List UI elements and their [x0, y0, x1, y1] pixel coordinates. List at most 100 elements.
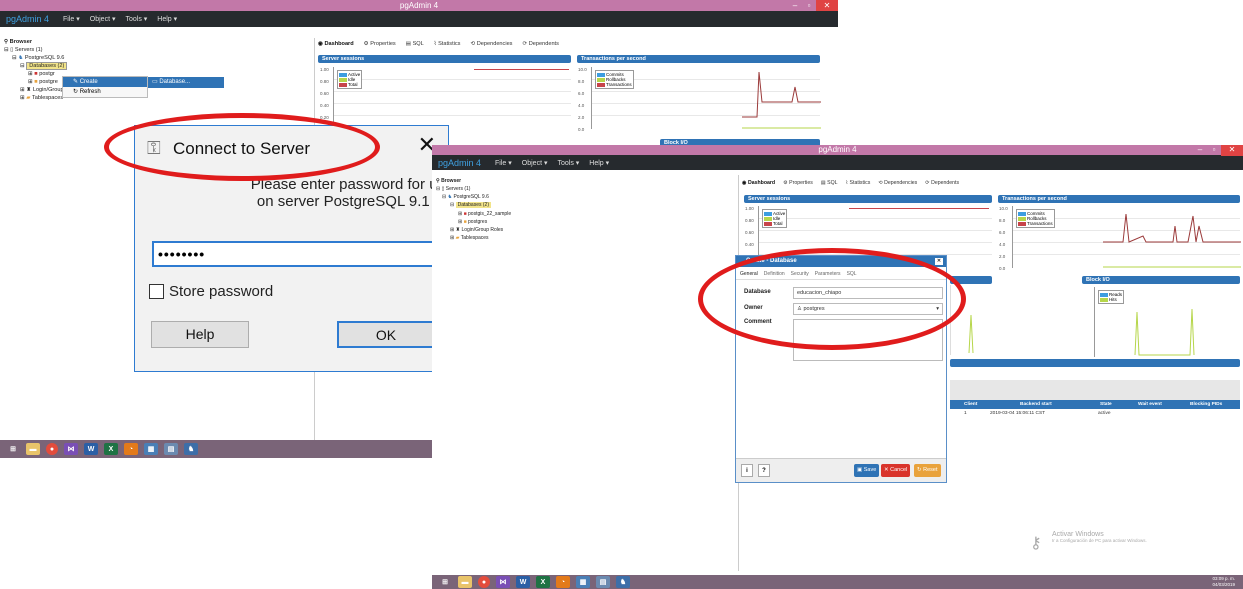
pgadmin-taskbar-icon[interactable]: ♞ — [616, 576, 630, 588]
table-row[interactable]: 1 2019-03-04 15:06:11 CST active — [950, 409, 1240, 418]
sessions-plot: Active Idle Total — [333, 67, 571, 129]
maximize-button[interactable]: ▫ — [1207, 145, 1221, 156]
checkbox-box[interactable] — [149, 284, 164, 299]
app-menu-bar: pgAdmin 4 File ▾ Object ▾ Tools ▾ Help ▾ — [0, 11, 838, 27]
tab-properties[interactable]: ⚙ Properties — [783, 180, 813, 186]
taskbar: ⊞ ▬ ● ⋈ W X ◔ ▦ ▤ ♞ 03:09 p. m. 04/03/20… — [432, 575, 1243, 589]
app-brand: pgAdmin 4 — [438, 157, 482, 168]
checkbox-label: Store password — [169, 283, 274, 300]
total-series-line — [849, 208, 989, 209]
tree-item-databases[interactable]: ⊟ Databases (2) — [4, 62, 79, 70]
tree-item-login-roles[interactable]: ⊞ ♜ Login/Group Roles — [436, 226, 511, 234]
tree-item-servers[interactable]: ⊟ ▯ Servers (1) — [436, 185, 511, 193]
annotation-ellipse — [104, 113, 380, 181]
menu-file[interactable]: File ▾ — [495, 159, 512, 167]
file-explorer-icon[interactable]: ▬ — [458, 576, 472, 588]
ok-button[interactable]: OK — [337, 321, 435, 348]
app-icon[interactable]: ▦ — [144, 443, 158, 455]
window-controls: – ▫ ✕ — [1193, 145, 1243, 156]
minimize-button[interactable]: – — [1193, 145, 1207, 156]
menu-item-refresh[interactable]: ↻ Refresh — [63, 87, 147, 97]
tab-sql[interactable]: ▤ SQL — [406, 41, 424, 47]
tab-dependencies[interactable]: ⟲ Dependencies — [470, 41, 512, 47]
elephant-icon: ♞ — [447, 194, 453, 200]
tab-dependents[interactable]: ⟳ Dependents — [925, 180, 959, 186]
windows-start-icon[interactable]: ⊞ — [438, 576, 452, 588]
visual-studio-icon[interactable]: ⋈ — [64, 443, 78, 455]
app-icon[interactable]: ▦ — [576, 576, 590, 588]
watermark-line-1: Activar Windows — [1052, 531, 1104, 538]
file-explorer-icon[interactable]: ▬ — [26, 443, 40, 455]
save-button[interactable]: ▣ Save — [854, 464, 880, 477]
window-title: pgAdmin 4 — [818, 145, 857, 154]
tab-dashboard[interactable]: ◉ Dashboard — [742, 180, 775, 186]
block-io-header: Block I/O — [1082, 276, 1240, 284]
tab-statistics[interactable]: ⌇ Statistics — [846, 180, 871, 186]
activity-table-header: Client Backend start State Wait event Bl… — [950, 400, 1240, 409]
menu-help[interactable]: Help ▾ — [589, 159, 609, 167]
tab-dependents[interactable]: ⟳ Dependents — [522, 41, 558, 47]
menu-tools[interactable]: Tools ▾ — [125, 15, 147, 23]
chrome-icon[interactable]: ● — [46, 443, 58, 455]
menu-help[interactable]: Help ▾ — [157, 15, 177, 23]
tree-item-server[interactable]: ⊟ ♞ PostgreSQL 9.6 — [4, 54, 79, 62]
tps-plot: Commits Rollbacks Transactions — [591, 67, 821, 129]
tree-item-servers[interactable]: ⊟ ▯ Servers (1) — [4, 46, 79, 54]
reset-button[interactable]: ↻ Reset — [914, 464, 941, 477]
help-button[interactable]: Help — [151, 321, 249, 348]
menu-item-create[interactable]: ✎ Create — [63, 77, 147, 87]
excel-icon[interactable]: X — [104, 443, 118, 455]
tree-item-db1[interactable]: ⊞ ■ postgis_22_sample — [436, 210, 511, 218]
folder-icon: ▰ — [26, 95, 31, 101]
menu-object[interactable]: Object ▾ — [90, 15, 116, 23]
visual-studio-icon[interactable]: ⋈ — [496, 576, 510, 588]
activate-windows-watermark: ⚷ Activar Windows Ir a Configuración de … — [1030, 531, 1147, 552]
app-icon[interactable]: ▤ — [596, 576, 610, 588]
browser-tree: ⚲ Browser ⊟ ▯ Servers (1) ⊟ ♞ PostgreSQL… — [436, 178, 511, 242]
tab-dependencies[interactable]: ⟲ Dependencies — [878, 180, 917, 186]
sessions-legend: Active Idle Total — [762, 209, 788, 228]
close-button[interactable]: ✕ — [816, 0, 838, 11]
tab-sql[interactable]: ▤ SQL — [821, 180, 838, 186]
tree-item-db2[interactable]: ⊞ ■ postgres — [436, 218, 511, 226]
help-button[interactable]: ? — [758, 464, 770, 477]
tps-plot: Commits Rollbacks Transactions — [1012, 206, 1241, 268]
word-icon[interactable]: W — [84, 443, 98, 455]
panel-title: Transactions per second — [998, 195, 1240, 203]
windows-start-icon[interactable]: ⊞ — [6, 443, 20, 455]
excel-icon[interactable]: X — [536, 576, 550, 588]
system-clock[interactable]: 03:09 p. m. 04/03/2019 — [1212, 576, 1235, 588]
app-icon[interactable]: ◔ — [556, 576, 570, 588]
menu-file[interactable]: File ▾ — [63, 15, 80, 23]
title-bar: pgAdmin 4 – ▫ ✕ — [0, 0, 838, 11]
tree-item-databases[interactable]: ⊟ Databases (2) — [436, 201, 511, 210]
pgadmin-taskbar-icon[interactable]: ♞ — [184, 443, 198, 455]
minimize-button[interactable]: – — [788, 0, 802, 11]
tab-properties[interactable]: ⚙ Properties — [364, 41, 396, 47]
tab-dashboard[interactable]: ◉ Dashboard — [318, 41, 354, 47]
maximize-button[interactable]: ▫ — [802, 0, 816, 11]
tab-statistics[interactable]: ⌇ Statistics — [434, 41, 461, 47]
panel-title: Transactions per second — [577, 55, 820, 63]
menu-tools[interactable]: Tools ▾ — [557, 159, 579, 167]
cancel-button[interactable]: ✕ Cancel — [881, 464, 911, 477]
server-activity-header — [950, 359, 1240, 367]
chrome-icon[interactable]: ● — [478, 576, 490, 588]
app-icon[interactable]: ◔ — [124, 443, 138, 455]
submenu-database[interactable]: ▭ Database... — [148, 77, 224, 88]
close-button[interactable]: ✕ — [1221, 145, 1243, 156]
info-button[interactable]: i — [741, 464, 753, 477]
menu-object[interactable]: Object ▾ — [522, 159, 548, 167]
transactions-panel: Transactions per second Commits Rollback… — [998, 195, 1241, 271]
store-password-checkbox[interactable]: Store password — [149, 283, 273, 300]
app-brand: pgAdmin 4 — [6, 14, 50, 24]
word-icon[interactable]: W — [516, 576, 530, 588]
app-icon[interactable]: ▤ — [164, 443, 178, 455]
transactions-panel: Transactions per second Commits Rollback… — [577, 55, 821, 140]
password-input[interactable]: •••••••• — [152, 241, 472, 267]
dialog-close-button[interactable]: ✕ — [935, 258, 943, 265]
roles-icon: ♜ — [26, 87, 32, 93]
tree-item-server[interactable]: ⊟ ♞ PostgreSQL 9.6 — [436, 193, 511, 201]
dialog-footer: i ? ▣ Save ✕ Cancel ↻ Reset — [736, 458, 946, 482]
tree-item-tablespaces[interactable]: ⊞ ▰ Tablespaces — [436, 234, 511, 242]
